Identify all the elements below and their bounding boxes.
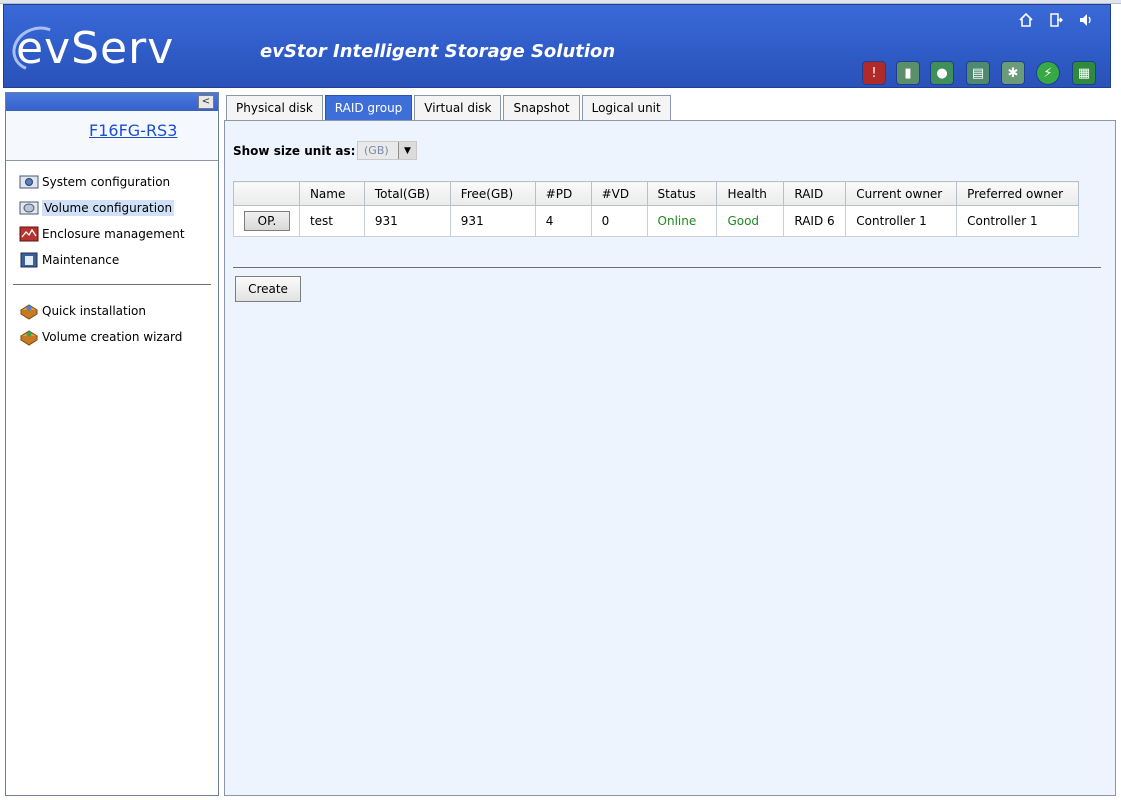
name-cell: test [298,205,365,237]
logout-icon[interactable] [1048,12,1064,28]
free-cell: 931 [449,205,536,237]
status-cell: Online [646,205,718,237]
main-content: Show size unit as: (GB) ▼ Name Total(GB)… [224,120,1116,796]
column-header-total: Total(GB) [363,181,451,206]
sidebar-item-maintenance[interactable]: Maintenance [18,250,119,270]
sidebar-item-label: Volume creation wizard [42,330,183,344]
host-name-link[interactable]: F16FG-RS3 [89,121,177,140]
tab-physical-disk[interactable]: Physical disk [226,95,323,120]
op-cell: OP. [233,205,300,237]
table-header-row: Name Total(GB) Free(GB) #PD #VD Status H… [233,181,1079,206]
volume-wizard-icon [18,328,40,346]
column-header-pd: #PD [534,181,592,206]
column-header-vd: #VD [590,181,648,206]
sidebar-item-enclosure-management[interactable]: Enclosure management [18,224,185,244]
sidebar-titlebar: < [6,93,218,111]
network-icon[interactable]: ● [930,61,954,85]
current-owner-cell: Controller 1 [845,205,958,237]
raid-cell: RAID 6 [783,205,847,237]
tab-raid-group[interactable]: RAID group [324,95,413,120]
tab-logical-unit[interactable]: Logical unit [581,95,671,120]
product-title: evStor Intelligent Storage Solution [260,41,616,62]
create-button[interactable]: Create [235,276,301,302]
column-header-current-owner: Current owner [845,181,958,206]
fan-icon[interactable]: ✱ [1001,61,1025,85]
raid-group-table: Name Total(GB) Free(GB) #PD #VD Status H… [233,181,1079,237]
column-header-name: Name [298,181,365,206]
column-header-free: Free(GB) [449,181,536,206]
sidebar-item-label: System configuration [42,175,171,189]
tab-snapshot[interactable]: Snapshot [503,95,580,120]
size-unit-select[interactable]: (GB) ▼ [357,141,417,160]
chevron-down-icon[interactable]: ▼ [398,142,416,159]
column-header-raid: RAID [783,181,847,206]
app-header: evServ evStor Intelligent Storage Soluti… [3,4,1111,88]
sidebar-item-quick-installation[interactable]: Quick installation [18,301,146,321]
power-icon[interactable]: ⚡ [1036,61,1060,85]
maintenance-icon [18,251,40,269]
enclosure-icon [18,225,40,243]
size-unit-value: (GB) [364,144,389,157]
column-header-health: Health [716,181,785,206]
content-divider [233,267,1101,268]
sidebar-item-label: Volume configuration [42,200,175,216]
column-header-status: Status [646,181,718,206]
board-icon[interactable]: ▦ [1072,61,1096,85]
pd-cell: 4 [534,205,592,237]
vd-cell: 0 [590,205,648,237]
op-button[interactable]: OP. [244,211,290,231]
total-cell: 931 [363,205,451,237]
host-box: F16FG-RS3 [6,111,218,161]
sidebar-item-label: Quick installation [42,304,147,318]
system-config-icon [18,173,40,191]
battery-icon[interactable]: ▮ [896,61,920,85]
health-cell: Good [716,205,785,237]
sound-icon[interactable] [1078,12,1094,28]
volume-config-icon [18,199,40,217]
column-header-op [233,181,300,206]
collapse-sidebar-button[interactable]: < [198,95,214,109]
disk-warning-icon[interactable]: ! [862,61,886,85]
sidebar-item-system-configuration[interactable]: System configuration [18,172,170,192]
size-unit-label: Show size unit as: [233,144,356,158]
memory-icon[interactable]: ▤ [966,61,990,85]
preferred-owner-cell: Controller 1 [956,205,1079,237]
sidebar-item-label: Maintenance [42,253,120,267]
sidebar-item-volume-configuration[interactable]: Volume configuration [18,198,175,218]
table-row: OP. test 931 931 4 0 Online Good RAID 6 … [233,205,1079,237]
sidebar-item-label: Enclosure management [42,227,185,241]
tab-virtual-disk[interactable]: Virtual disk [414,95,502,120]
sidebar: < F16FG-RS3 System configuration Volume … [5,92,219,796]
tab-bar: Physical disk RAID group Virtual disk Sn… [226,95,673,120]
sidebar-item-volume-creation-wizard[interactable]: Volume creation wizard [18,327,182,347]
column-header-preferred-owner: Preferred owner [956,181,1079,206]
brand-logo: evServ [16,23,175,74]
quick-install-icon [18,302,40,320]
sidebar-divider [13,284,211,285]
home-icon[interactable] [1018,12,1034,28]
